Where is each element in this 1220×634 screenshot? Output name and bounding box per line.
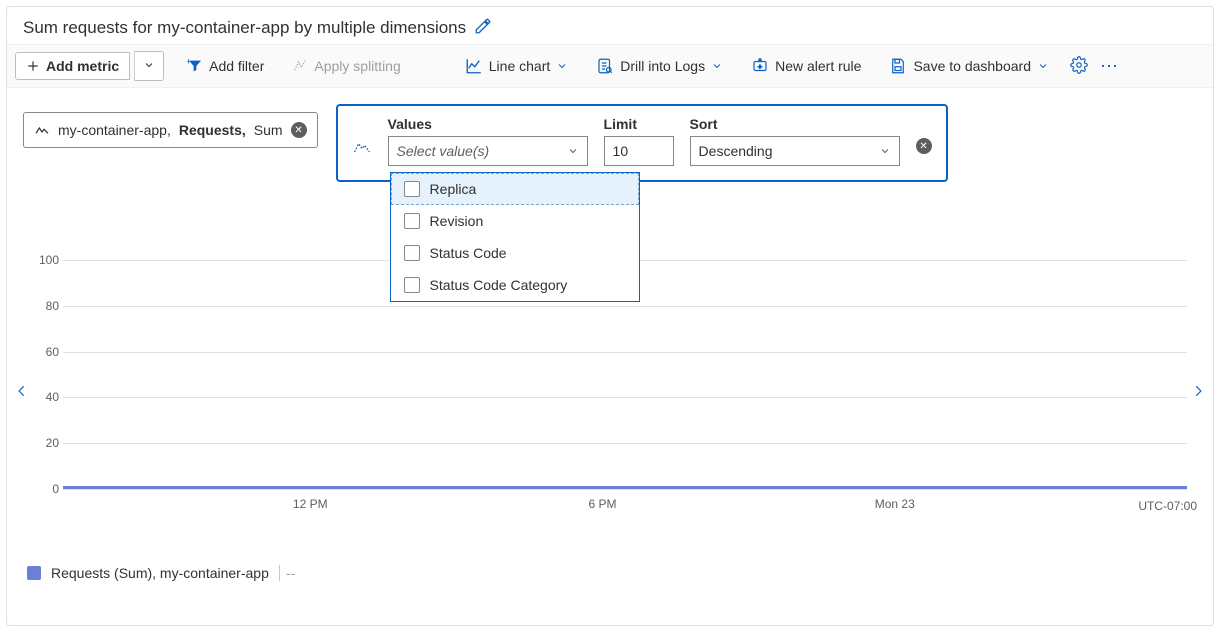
gridline xyxy=(63,397,1187,398)
chip-resource: my-container-app, xyxy=(58,122,171,138)
gridline xyxy=(63,443,1187,444)
gridline xyxy=(63,352,1187,353)
dropdown-option[interactable]: Status Code Category xyxy=(391,269,639,301)
y-tick-label: 0 xyxy=(31,482,59,496)
metrics-card: Sum requests for my-container-app by mul… xyxy=(6,6,1214,626)
legend: Requests (Sum), my-container-app -- xyxy=(27,565,301,581)
more-icon[interactable]: ⋯ xyxy=(1094,56,1124,77)
checkbox-icon xyxy=(404,245,420,261)
values-dropdown: Replica Revision Status Code Status Code Ca… xyxy=(390,172,640,302)
title-row: Sum requests for my-container-app by mul… xyxy=(7,7,1213,44)
sort-label: Sort xyxy=(690,116,900,132)
limit-input[interactable]: 10 xyxy=(604,136,674,166)
checkbox-icon xyxy=(404,277,420,293)
y-tick-label: 60 xyxy=(31,345,59,359)
y-tick-label: 100 xyxy=(31,253,59,267)
dropdown-option[interactable]: Status Code xyxy=(391,237,639,269)
chart-title: Sum requests for my-container-app by mul… xyxy=(23,18,466,38)
remove-splitting-icon[interactable]: ✕ xyxy=(916,138,932,154)
splitting-panel: Values Select value(s) Limit 10 Sort Des… xyxy=(336,104,948,182)
y-tick-label: 40 xyxy=(31,390,59,404)
dropdown-option-label: Status Code Category xyxy=(430,277,568,293)
legend-swatch xyxy=(27,566,41,580)
save-dashboard-button[interactable]: Save to dashboard xyxy=(878,51,1060,81)
chip-metric: Requests, xyxy=(179,122,246,138)
add-metric-chevron[interactable] xyxy=(134,51,164,81)
edit-title-icon[interactable] xyxy=(474,17,492,38)
legend-label: Requests (Sum), my-container-app xyxy=(51,565,269,581)
dropdown-option-label: Revision xyxy=(430,213,484,229)
svg-text:+: + xyxy=(187,58,191,67)
metric-row: my-container-app, Requests, Sum ✕ Values… xyxy=(7,88,1213,182)
values-field: Values Select value(s) xyxy=(388,116,588,166)
toolbar: Add metric + Add filter Apply splitting … xyxy=(7,44,1213,88)
legend-value: -- xyxy=(279,565,301,581)
apply-splitting-button[interactable]: Apply splitting xyxy=(281,52,411,80)
svg-text:+: + xyxy=(758,62,763,71)
split-icon xyxy=(352,137,372,166)
sort-field: Sort Descending xyxy=(690,116,900,166)
values-select[interactable]: Select value(s) xyxy=(388,136,588,166)
y-tick-label: 80 xyxy=(31,299,59,313)
metric-chip[interactable]: my-container-app, Requests, Sum ✕ xyxy=(23,112,318,148)
add-filter-button[interactable]: + Add filter xyxy=(176,52,275,80)
limit-field: Limit 10 xyxy=(604,116,674,166)
chart-next-icon[interactable] xyxy=(1189,377,1207,405)
limit-label: Limit xyxy=(604,116,674,132)
checkbox-icon xyxy=(404,213,420,229)
line-chart-button[interactable]: Line chart xyxy=(454,51,579,81)
chip-aggregation: Sum xyxy=(254,122,283,138)
settings-icon[interactable] xyxy=(1070,56,1088,77)
dropdown-option[interactable]: Replica xyxy=(391,173,639,205)
add-metric-button[interactable]: Add metric xyxy=(15,52,130,80)
dropdown-option-label: Replica xyxy=(430,181,477,197)
drill-logs-button[interactable]: Drill into Logs xyxy=(585,51,734,81)
y-tick-label: 20 xyxy=(31,436,59,450)
values-label: Values xyxy=(388,116,588,132)
sparkline-icon xyxy=(34,122,50,138)
x-tick-label: 12 PM xyxy=(293,497,328,511)
gridline xyxy=(63,306,1187,307)
x-tick-label: Mon 23 xyxy=(875,497,915,511)
chart-prev-icon[interactable] xyxy=(13,377,31,405)
gridline xyxy=(63,489,1187,490)
checkbox-icon xyxy=(404,181,420,197)
new-alert-button[interactable]: + New alert rule xyxy=(740,51,872,81)
x-tick-label: 6 PM xyxy=(589,497,617,511)
data-series-line xyxy=(63,486,1187,489)
dropdown-option-label: Status Code xyxy=(430,245,507,261)
sort-select[interactable]: Descending xyxy=(690,136,900,166)
remove-chip-icon[interactable]: ✕ xyxy=(291,122,307,138)
x-axis: 12 PM 6 PM Mon 23 xyxy=(63,497,1187,513)
dropdown-option[interactable]: Revision xyxy=(391,205,639,237)
timezone-label: UTC-07:00 xyxy=(1138,499,1197,513)
